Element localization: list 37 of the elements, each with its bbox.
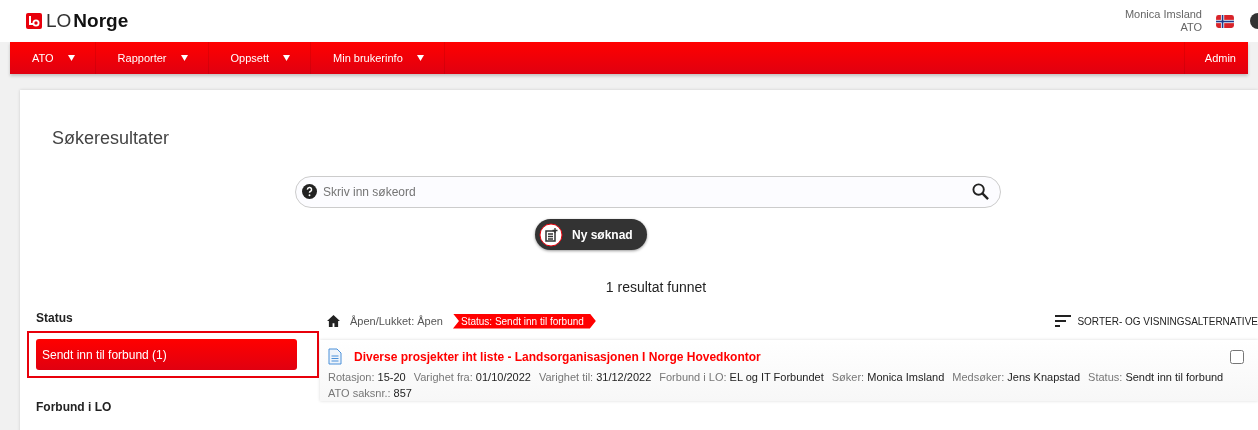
filter-tag[interactable]: Status: Sendt inn til forbund: [452, 313, 596, 329]
document-icon: [328, 348, 342, 365]
result-detail: Rotasjon: 15-20: [328, 371, 406, 383]
result-title-link[interactable]: Diverse prosjekter iht liste - Landsorganisasjonen I Norge Hovedkontor: [354, 349, 761, 364]
user-role: ATO: [1180, 21, 1202, 34]
logo-icon: [26, 13, 42, 29]
result-count: 1 resultat funnet: [604, 279, 708, 295]
nav-menu-item[interactable]: ATO: [10, 42, 96, 74]
result-detail: Varighet fra: 01/10/2022: [413, 371, 531, 383]
filter-heading: Forbund i LO: [35, 400, 113, 414]
nav-menu-item[interactable]: Rapporter: [95, 42, 209, 74]
logo-text: LO: [46, 10, 72, 32]
result-detail: Status: Sendt inn til forbund: [1088, 371, 1224, 383]
filter-option[interactable]: Sendt inn til forbund (1): [36, 339, 297, 370]
avatar-icon[interactable]: [1248, 13, 1258, 29]
new-document-icon: [539, 222, 563, 247]
result-detail: Forbund i LO: EL og IT Forbundet: [659, 371, 824, 383]
user-name: Monica Imsland: [1124, 8, 1202, 21]
sort-icon: [1055, 315, 1072, 327]
nav-menu-item[interactable]: Oppsett: [208, 42, 312, 74]
new-application-button[interactable]: Ny søknad: [535, 219, 647, 250]
search-icon[interactable]: [972, 183, 989, 200]
page-title: Søkeresultater: [52, 128, 171, 149]
home-icon[interactable]: [327, 315, 340, 327]
result-detail: ATO saksnr.: 857: [328, 387, 412, 399]
sort-options-button[interactable]: SORTER- OG VISNINGSALTERNATIVE: [1055, 315, 1258, 327]
result-detail: Varighet til: 31/12/2022: [538, 371, 652, 383]
filter-heading: Status: [35, 311, 74, 325]
select-checkbox[interactable]: [1230, 349, 1244, 364]
result-detail: Søker: Monica Imsland: [831, 371, 945, 383]
admin-link[interactable]: Admin: [1183, 42, 1248, 74]
search-field[interactable]: Skriv inn søkeord: [295, 176, 1001, 208]
logo-text: Norge: [73, 10, 129, 32]
nav-menu-item[interactable]: Min brukerinfo: [311, 42, 445, 74]
filter-tag-text[interactable]: Åpen/Lukket: Åpen: [350, 315, 443, 327]
flag-icon[interactable]: [1216, 14, 1234, 28]
result-detail: Medsøker: Jens Knapstad: [952, 371, 1081, 383]
